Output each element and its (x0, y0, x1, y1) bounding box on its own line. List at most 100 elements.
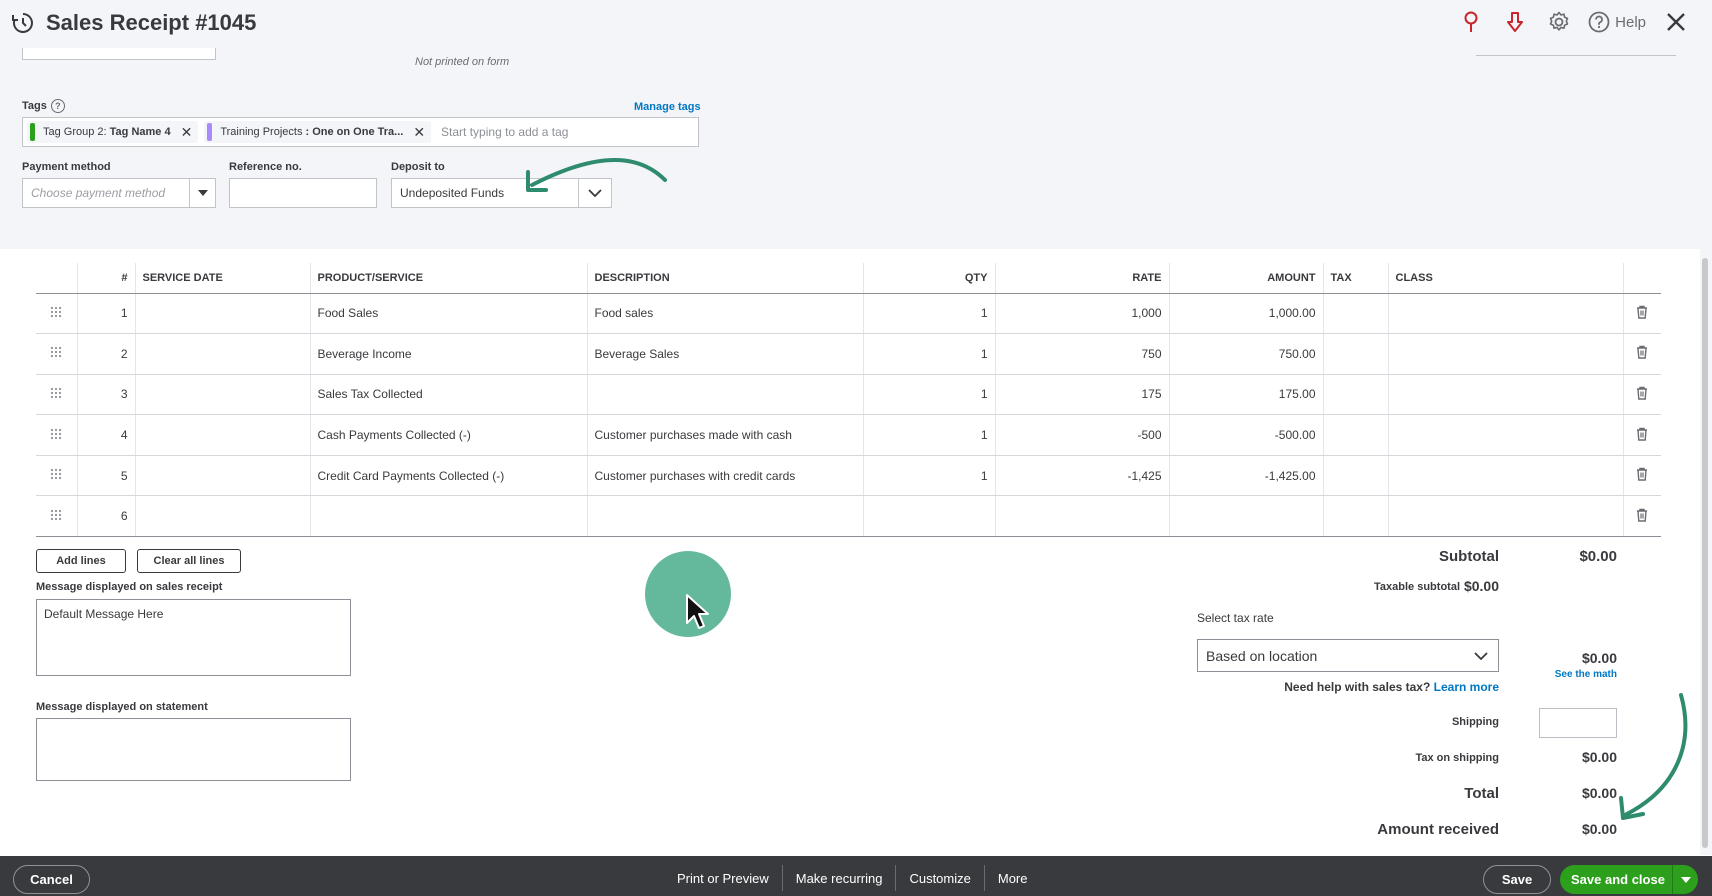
tag-input-placeholder[interactable]: Start typing to add a tag (441, 125, 568, 139)
save-button[interactable]: Save (1483, 865, 1551, 894)
tags-input[interactable]: Tag Group 2: Tag Name 4 ✕ Training Proje… (22, 117, 699, 147)
tags-help-icon[interactable]: ? (50, 99, 65, 113)
trash-icon[interactable] (1623, 455, 1661, 497)
cell-product-service[interactable] (310, 495, 588, 538)
cell-tax[interactable] (1323, 455, 1389, 497)
reference-input[interactable] (229, 178, 377, 208)
cell-rate[interactable]: -1,425 (995, 455, 1170, 497)
cell-qty[interactable]: 1 (863, 455, 996, 497)
cell-description[interactable]: Customer purchases with credit cards (587, 455, 864, 497)
cell-product-service[interactable]: Sales Tax Collected (310, 374, 588, 416)
cell-description[interactable] (587, 374, 864, 416)
history-icon[interactable] (11, 11, 35, 35)
table-row[interactable]: 5 Credit Card Payments Collected (-) Custo… (36, 455, 1661, 497)
cell-tax[interactable] (1323, 414, 1389, 456)
cell-tax[interactable] (1323, 374, 1389, 416)
learn-more-link[interactable]: Learn more (1434, 680, 1499, 694)
drag-handle-icon[interactable] (36, 333, 78, 375)
cell-qty[interactable]: 1 (863, 414, 996, 456)
cell-amount[interactable] (1169, 495, 1324, 538)
cell-qty[interactable] (863, 495, 996, 538)
make-recurring-button[interactable]: Make recurring (783, 865, 897, 891)
cell-amount[interactable]: 1,000.00 (1169, 293, 1324, 335)
cell-service-date[interactable] (135, 495, 311, 538)
caret-down-icon[interactable] (1672, 865, 1698, 894)
cell-class[interactable] (1388, 293, 1624, 335)
help-icon[interactable] (1587, 10, 1611, 34)
cell-service-date[interactable] (135, 374, 311, 416)
cell-class[interactable] (1388, 455, 1624, 497)
cell-service-date[interactable] (135, 455, 311, 497)
cell-amount[interactable]: 175.00 (1169, 374, 1324, 416)
cell-rate[interactable]: 175 (995, 374, 1170, 416)
cell-description[interactable] (587, 495, 864, 538)
cell-class[interactable] (1388, 333, 1624, 375)
print-or-preview-button[interactable]: Print or Preview (664, 865, 783, 891)
caret-down-icon[interactable] (189, 179, 215, 207)
cell-rate[interactable] (995, 495, 1170, 538)
cell-tax[interactable] (1323, 293, 1389, 335)
help-label[interactable]: Help (1615, 14, 1646, 31)
see-the-math-link[interactable]: See the math (1520, 669, 1617, 680)
cell-service-date[interactable] (135, 293, 311, 335)
cell-qty[interactable]: 1 (863, 333, 996, 375)
cell-amount[interactable]: -500.00 (1169, 414, 1324, 456)
cell-product-service[interactable]: Food Sales (310, 293, 588, 335)
cell-service-date[interactable] (135, 333, 311, 375)
download-arrow-icon[interactable] (1503, 10, 1527, 34)
trash-icon[interactable] (1623, 495, 1661, 538)
cell-description[interactable]: Customer purchases made with cash (587, 414, 864, 456)
cell-description[interactable]: Food sales (587, 293, 864, 335)
chevron-down-icon[interactable] (1474, 652, 1488, 660)
drag-handle-icon[interactable] (36, 414, 78, 456)
cell-description[interactable]: Beverage Sales (587, 333, 864, 375)
add-lines-button[interactable]: Add lines (36, 549, 126, 573)
payment-method-select[interactable]: Choose payment method (22, 178, 216, 208)
trash-icon[interactable] (1623, 333, 1661, 375)
cancel-button[interactable]: Cancel (13, 865, 90, 894)
cell-class[interactable] (1388, 495, 1624, 538)
save-and-close-button[interactable]: Save and close (1560, 865, 1698, 894)
trash-icon[interactable] (1623, 374, 1661, 416)
trash-icon[interactable] (1623, 293, 1661, 335)
cell-service-date[interactable] (135, 414, 311, 456)
more-button[interactable]: More (985, 865, 1041, 891)
cell-tax[interactable] (1323, 333, 1389, 375)
cell-qty[interactable]: 1 (863, 374, 996, 416)
remove-tag-icon[interactable]: ✕ (413, 124, 425, 141)
cell-qty[interactable]: 1 (863, 293, 996, 335)
table-row[interactable]: 1 Food Sales Food sales 1 1,000 1,000.00 (36, 293, 1661, 335)
cell-rate[interactable]: -500 (995, 414, 1170, 456)
cell-rate[interactable]: 1,000 (995, 293, 1170, 335)
cell-amount[interactable]: -1,425.00 (1169, 455, 1324, 497)
tax-rate-select[interactable]: Based on location (1197, 639, 1499, 672)
gear-icon[interactable] (1547, 10, 1571, 34)
customize-button[interactable]: Customize (896, 865, 985, 891)
receipt-message-input[interactable]: Default Message Here (36, 599, 351, 676)
cell-rate[interactable]: 750 (995, 333, 1170, 375)
drag-handle-icon[interactable] (36, 455, 78, 497)
cell-class[interactable] (1388, 414, 1624, 456)
date-field-partial[interactable] (1476, 40, 1676, 56)
manage-tags-link[interactable]: Manage tags (634, 101, 701, 113)
cell-class[interactable] (1388, 374, 1624, 416)
remove-tag-icon[interactable]: ✕ (181, 124, 193, 141)
statement-message-input[interactable] (36, 718, 351, 781)
close-icon[interactable] (1664, 10, 1688, 34)
cell-tax[interactable] (1323, 495, 1389, 538)
cell-amount[interactable]: 750.00 (1169, 333, 1324, 375)
trash-icon[interactable] (1623, 414, 1661, 456)
cell-product-service[interactable]: Cash Payments Collected (-) (310, 414, 588, 456)
clear-all-lines-button[interactable]: Clear all lines (137, 549, 241, 573)
table-row[interactable]: 6 (36, 495, 1661, 538)
scrollbar-thumb[interactable] (1702, 258, 1708, 848)
drag-handle-icon[interactable] (36, 293, 78, 335)
drag-handle-icon[interactable] (36, 495, 78, 538)
customer-email-field-partial[interactable] (22, 48, 216, 60)
table-row[interactable]: 2 Beverage Income Beverage Sales 1 750 750.00 (36, 333, 1661, 375)
cell-product-service[interactable]: Beverage Income (310, 333, 588, 375)
table-row[interactable]: 3 Sales Tax Collected 1 175 175.00 (36, 374, 1661, 416)
table-row[interactable]: 4 Cash Payments Collected (-) Customer pur… (36, 414, 1661, 456)
shipping-input[interactable] (1539, 708, 1617, 738)
drag-handle-icon[interactable] (36, 374, 78, 416)
